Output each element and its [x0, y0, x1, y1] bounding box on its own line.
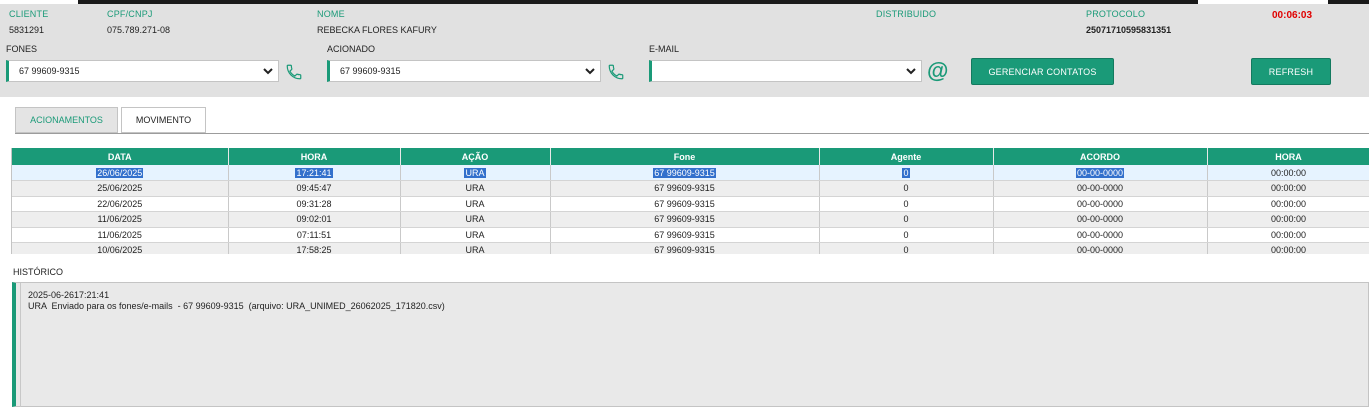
grid-cell: 25/06/2025 [12, 180, 229, 197]
grid-cell: 07:11:51 [228, 227, 401, 243]
grid-cell: URA [400, 227, 551, 243]
grid-cell: 17:21:41 [228, 165, 401, 181]
nome-label: NOME [317, 9, 345, 19]
grid-cell: 26/06/2025 [12, 165, 229, 181]
grid-cell: 67 99609-9315 [550, 211, 820, 228]
grid-cell: 09:02:01 [228, 211, 401, 228]
grid-cell: 00:00:00 [1207, 211, 1369, 228]
grid-cell: 0 [819, 196, 994, 212]
tab-acionamentos[interactable]: ACIONAMENTOS [15, 107, 118, 133]
historico-textarea[interactable]: 2025-06-2617:21:41 URA Enviado para os f… [12, 282, 1369, 407]
grid-cell: 00:00:00 [1207, 165, 1369, 181]
email-select[interactable] [649, 60, 922, 82]
grid-cell: 0 [819, 242, 994, 254]
table-row[interactable]: 22/06/2025 09:31:28 URA 67 99609-9315 0 … [12, 196, 1369, 212]
grid-cell: 00:00:00 [1207, 196, 1369, 212]
distribuido-label: DISTRIBUIDO [876, 9, 937, 19]
acionamentos-grid: DATA HORA AÇÃO Fone Agente ACORDO HORA 2… [11, 148, 1369, 254]
chevron-down-icon [585, 68, 595, 75]
cliente-label: CLIENTE [9, 9, 49, 19]
acionamentos-table: DATA HORA AÇÃO Fone Agente ACORDO HORA 2… [12, 148, 1369, 254]
col-hora[interactable]: HORA [228, 148, 401, 165]
fones-select-value: 67 99609-9315 [19, 66, 80, 76]
grid-cell: 0 [819, 227, 994, 243]
cpf-label: CPF/CNPJ [107, 9, 153, 19]
grid-cell: 67 99609-9315 [550, 180, 820, 197]
grid-cell: 09:45:47 [228, 180, 401, 197]
acionado-select[interactable]: 67 99609-9315 [327, 60, 601, 82]
col-acordo[interactable]: ACORDO [993, 148, 1208, 165]
refresh-button[interactable]: REFRESH [1251, 58, 1331, 85]
col-agente[interactable]: Agente [819, 148, 994, 165]
col-hora-acordo[interactable]: HORA [1207, 148, 1369, 165]
cliente-value: 5831291 [9, 25, 45, 35]
grid-cell: 10/06/2025 [12, 242, 229, 254]
grid-cell: URA [400, 196, 551, 212]
phone-icon[interactable] [285, 63, 303, 81]
cell-text: URA [464, 167, 486, 178]
acionado-label: ACIONADO [327, 44, 376, 54]
grid-cell: URA [400, 242, 551, 254]
grid-cell: 0 [819, 165, 994, 181]
phone-icon[interactable] [607, 63, 625, 81]
table-row[interactable]: 25/06/2025 09:45:47 URA 67 99609-9315 0 … [12, 180, 1369, 197]
grid-cell: 67 99609-9315 [550, 196, 820, 212]
grid-cell: 67 99609-9315 [550, 227, 820, 243]
grid-cell: 0 [819, 180, 994, 197]
session-timer: 00:06:03 [1272, 10, 1313, 21]
grid-cell: 11/06/2025 [12, 227, 229, 243]
grid-cell: 0 [819, 211, 994, 228]
historico-line: 2025-06-2617:21:41 [28, 290, 110, 300]
client-header: CLIENTE 5831291 CPF/CNPJ 075.789.271-08 … [0, 4, 1369, 97]
cell-text: 26/06/2025 [96, 167, 144, 178]
grid-cell: 22/06/2025 [12, 196, 229, 212]
table-row[interactable]: 11/06/2025 07:11:51 URA 67 99609-9315 0 … [12, 227, 1369, 243]
cpf-value: 075.789.271-08 [107, 25, 171, 35]
protocolo-label: PROTOCOLO [1086, 9, 1146, 19]
grid-cell: URA [400, 211, 551, 228]
nome-value: REBECKA FLORES KAFURY [317, 25, 437, 35]
chevron-down-icon [906, 68, 916, 75]
acionado-select-value: 67 99609-9315 [340, 66, 401, 76]
grid-cell: 00:00:00 [1207, 242, 1369, 254]
email-label: E-MAIL [649, 44, 680, 54]
grid-cell: 00-00-0000 [993, 180, 1208, 197]
grid-cell: 00:00:00 [1207, 180, 1369, 197]
fones-select[interactable]: 67 99609-9315 [6, 60, 279, 82]
col-acao[interactable]: AÇÃO [400, 148, 551, 165]
col-data[interactable]: DATA [12, 148, 229, 165]
grid-cell: URA [400, 180, 551, 197]
historico-inner-border [20, 283, 21, 407]
grid-cell: 11/06/2025 [12, 211, 229, 228]
grid-cell: 00-00-0000 [993, 165, 1208, 181]
grid-cell: 67 99609-9315 [550, 242, 820, 254]
grid-cell: 67 99609-9315 [550, 165, 820, 181]
grid-cell: 17:58:25 [228, 242, 401, 254]
cell-text: 67 99609-9315 [653, 167, 716, 178]
chevron-down-icon [263, 68, 273, 75]
grid-cell: 00-00-0000 [993, 211, 1208, 228]
grid-cell: 09:31:28 [228, 196, 401, 212]
tab-movimento[interactable]: MOVIMENTO [121, 107, 206, 133]
grid-cell: 00-00-0000 [993, 227, 1208, 243]
table-row[interactable]: 10/06/2025 17:58:25 URA 67 99609-9315 0 … [12, 242, 1369, 254]
cell-text: 00-00-0000 [1075, 167, 1125, 178]
grid-cell: 00-00-0000 [993, 242, 1208, 254]
fones-label: FONES [6, 44, 38, 54]
table-row[interactable]: 26/06/2025 17:21:41 URA 67 99609-9315 0 … [12, 165, 1369, 181]
col-fone[interactable]: Fone [550, 148, 820, 165]
grid-cell: URA [400, 165, 551, 181]
historico-label: HISTÓRICO [13, 267, 64, 277]
protocolo-value: 25071710595831351 [1086, 25, 1172, 35]
grid-header-row: DATA HORA AÇÃO Fone Agente ACORDO HORA [12, 148, 1369, 165]
grid-cell: 00:00:00 [1207, 227, 1369, 243]
cell-text: 17:21:41 [295, 167, 333, 178]
gerenciar-contatos-button[interactable]: GERENCIAR CONTATOS [971, 58, 1114, 85]
cell-text: 0 [902, 167, 910, 178]
table-row[interactable]: 11/06/2025 09:02:01 URA 67 99609-9315 0 … [12, 211, 1369, 228]
grid-cell: 00-00-0000 [993, 196, 1208, 212]
historico-line: URA Enviado para os fones/e-mails - 67 9… [28, 301, 445, 311]
tab-divider [15, 133, 1369, 134]
email-at-icon[interactable]: @ [927, 60, 948, 82]
